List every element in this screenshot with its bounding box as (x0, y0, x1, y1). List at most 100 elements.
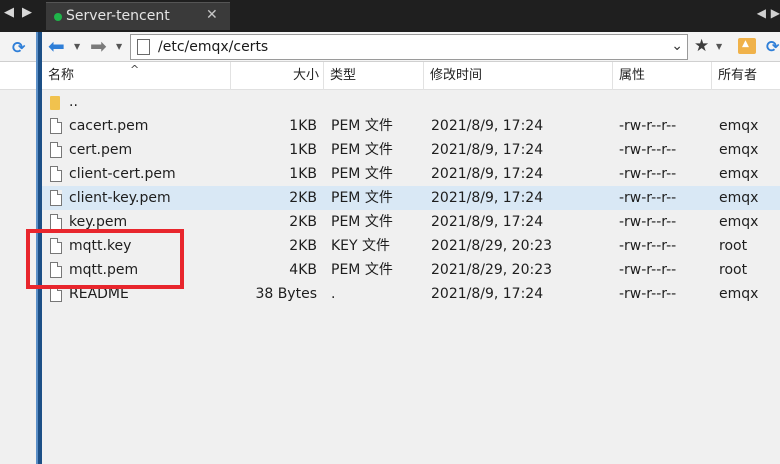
file-name: client-cert.pem (69, 166, 176, 182)
column-header-attributes-label: 属性 (619, 68, 646, 83)
sort-ascending-icon: ^ (130, 63, 140, 76)
file-name: .. (69, 94, 78, 110)
parent-folder-icon[interactable] (738, 38, 756, 54)
remote-toolbar: ⬅ ▼ ➡ ▼ /etc/emqx/certs ⌄ ★ ▼ ⟳ (42, 32, 780, 62)
file-attributes: -rw-r--r-- (619, 214, 677, 230)
file-name: cert.pem (69, 142, 133, 158)
forward-arrow-icon[interactable]: ➡ (90, 35, 107, 57)
file-name: client-key.pem (69, 190, 171, 206)
file-modified: 2021/8/9, 17:24 (431, 286, 544, 302)
file-modified (431, 90, 611, 114)
file-attributes: -rw-r--r-- (619, 166, 677, 182)
file-name: cacert.pem (69, 118, 149, 134)
file-owner: emqx (719, 166, 759, 182)
file-modified: 2021/8/29, 20:23 (431, 238, 553, 254)
back-history-chevron-icon[interactable]: ▼ (74, 42, 80, 51)
column-header-attributes[interactable]: 属性 (613, 62, 712, 90)
bookmark-star-icon[interactable]: ★ (694, 36, 709, 56)
file-size: 2KB (289, 190, 317, 206)
back-arrow-icon[interactable]: ⬅ (48, 35, 65, 57)
file-size (231, 90, 317, 114)
file-owner: emqx (719, 118, 759, 134)
tab-title: Server-tencent (66, 8, 170, 24)
file-type: . (331, 286, 336, 302)
file-type: PEM 文件 (331, 262, 393, 278)
file-icon (50, 214, 62, 230)
file-modified: 2021/8/9, 17:24 (431, 142, 544, 158)
column-header-type[interactable]: 类型 (324, 62, 424, 90)
file-modified: 2021/8/29, 20:23 (431, 262, 553, 278)
file-type: PEM 文件 (331, 142, 393, 158)
file-icon (50, 166, 62, 182)
column-header-modified-label: 修改时间 (430, 68, 483, 83)
file-size: 1KB (289, 118, 317, 134)
file-attributes: -rw-r--r-- (619, 262, 677, 278)
file-type: PEM 文件 (331, 214, 393, 230)
file-owner: emqx (719, 286, 759, 302)
file-owner (719, 90, 779, 114)
tab-server-tencent[interactable]: Server-tencent ✕ (46, 2, 230, 30)
tab-close-icon[interactable]: ✕ (206, 7, 218, 23)
file-owner: root (719, 238, 748, 254)
column-header-name-label: 名称 (48, 68, 75, 83)
column-header-type-label: 类型 (330, 68, 357, 83)
file-icon (50, 190, 62, 206)
file-icon (50, 142, 62, 158)
column-header-modified[interactable]: 修改时间 (424, 62, 613, 90)
file-size: 1KB (289, 142, 317, 158)
file-owner: emqx (719, 190, 759, 206)
tabs-next-icon[interactable]: ▶ (771, 6, 780, 20)
file-modified: 2021/8/9, 17:24 (431, 214, 544, 230)
forward-history-chevron-icon[interactable]: ▼ (116, 42, 122, 51)
connection-status-icon (54, 13, 62, 21)
sftp-window: ◀ ▶ Server-tencent ✕ ◀ ▶ ⟳ ⬅ ▼ ➡ ▼ /etc/… (0, 0, 780, 464)
local-refresh-icon[interactable]: ⟳ (12, 38, 25, 57)
highlight-annotation-box (26, 229, 184, 289)
file-row[interactable]: client-key.pem 2KB PEM 文件 2021/8/9, 17:24 -r… (42, 186, 780, 210)
column-header-size-label: 大小 (292, 68, 319, 83)
tab-scroll-left-icon[interactable]: ◀ (4, 6, 14, 20)
column-header-owner[interactable]: 所有者 (712, 62, 780, 90)
tabs-prev-icon[interactable]: ◀ (757, 6, 766, 20)
file-owner: root (719, 262, 748, 278)
file-type: PEM 文件 (331, 118, 393, 134)
tab-bar: ◀ ▶ Server-tencent ✕ ◀ ▶ (0, 0, 780, 32)
file-size: 2KB (289, 238, 317, 254)
file-type: PEM 文件 (331, 190, 393, 206)
file-size: 1KB (289, 166, 317, 182)
file-attributes: -rw-r--r-- (619, 118, 677, 134)
file-size: 38 Bytes (255, 286, 317, 302)
file-modified: 2021/8/9, 17:24 (431, 190, 544, 206)
file-row[interactable]: cacert.pem 1KB PEM 文件 2021/8/9, 17:24 -rw-r-… (42, 114, 780, 138)
file-owner: emqx (719, 142, 759, 158)
bookmark-chevron-icon[interactable]: ▼ (716, 42, 722, 51)
file-icon (50, 118, 62, 134)
folder-icon (50, 96, 60, 110)
path-dropdown-chevron-icon[interactable]: ⌄ (671, 38, 683, 54)
document-icon (137, 39, 150, 55)
file-row[interactable]: cert.pem 1KB PEM 文件 2021/8/9, 17:24 -rw-r--r… (42, 138, 780, 162)
file-type: PEM 文件 (331, 166, 393, 182)
file-row[interactable]: client-cert.pem 1KB PEM 文件 2021/8/9, 17:24 -… (42, 162, 780, 186)
tab-scroll-right-icon[interactable]: ▶ (22, 6, 32, 20)
file-row[interactable]: .. (42, 90, 780, 114)
file-size: 4KB (289, 262, 317, 278)
file-attributes (619, 90, 709, 114)
file-attributes: -rw-r--r-- (619, 142, 677, 158)
remote-refresh-icon[interactable]: ⟳ (766, 37, 779, 56)
file-attributes: -rw-r--r-- (619, 286, 677, 302)
path-input[interactable]: /etc/emqx/certs ⌄ (130, 34, 688, 60)
local-header (0, 62, 36, 90)
file-attributes: -rw-r--r-- (619, 238, 677, 254)
file-modified: 2021/8/9, 17:24 (431, 118, 544, 134)
column-header-size[interactable]: 大小 (231, 62, 324, 90)
column-header-name[interactable]: 名称 ^ (42, 62, 231, 90)
local-toolbar: ⟳ (0, 32, 36, 62)
file-attributes: -rw-r--r-- (619, 190, 677, 206)
file-size: 2KB (289, 214, 317, 230)
path-text[interactable]: /etc/emqx/certs (158, 39, 268, 55)
file-owner: emqx (719, 214, 759, 230)
file-modified: 2021/8/9, 17:24 (431, 166, 544, 182)
file-type (331, 90, 421, 114)
column-header-owner-label: 所有者 (718, 68, 758, 83)
